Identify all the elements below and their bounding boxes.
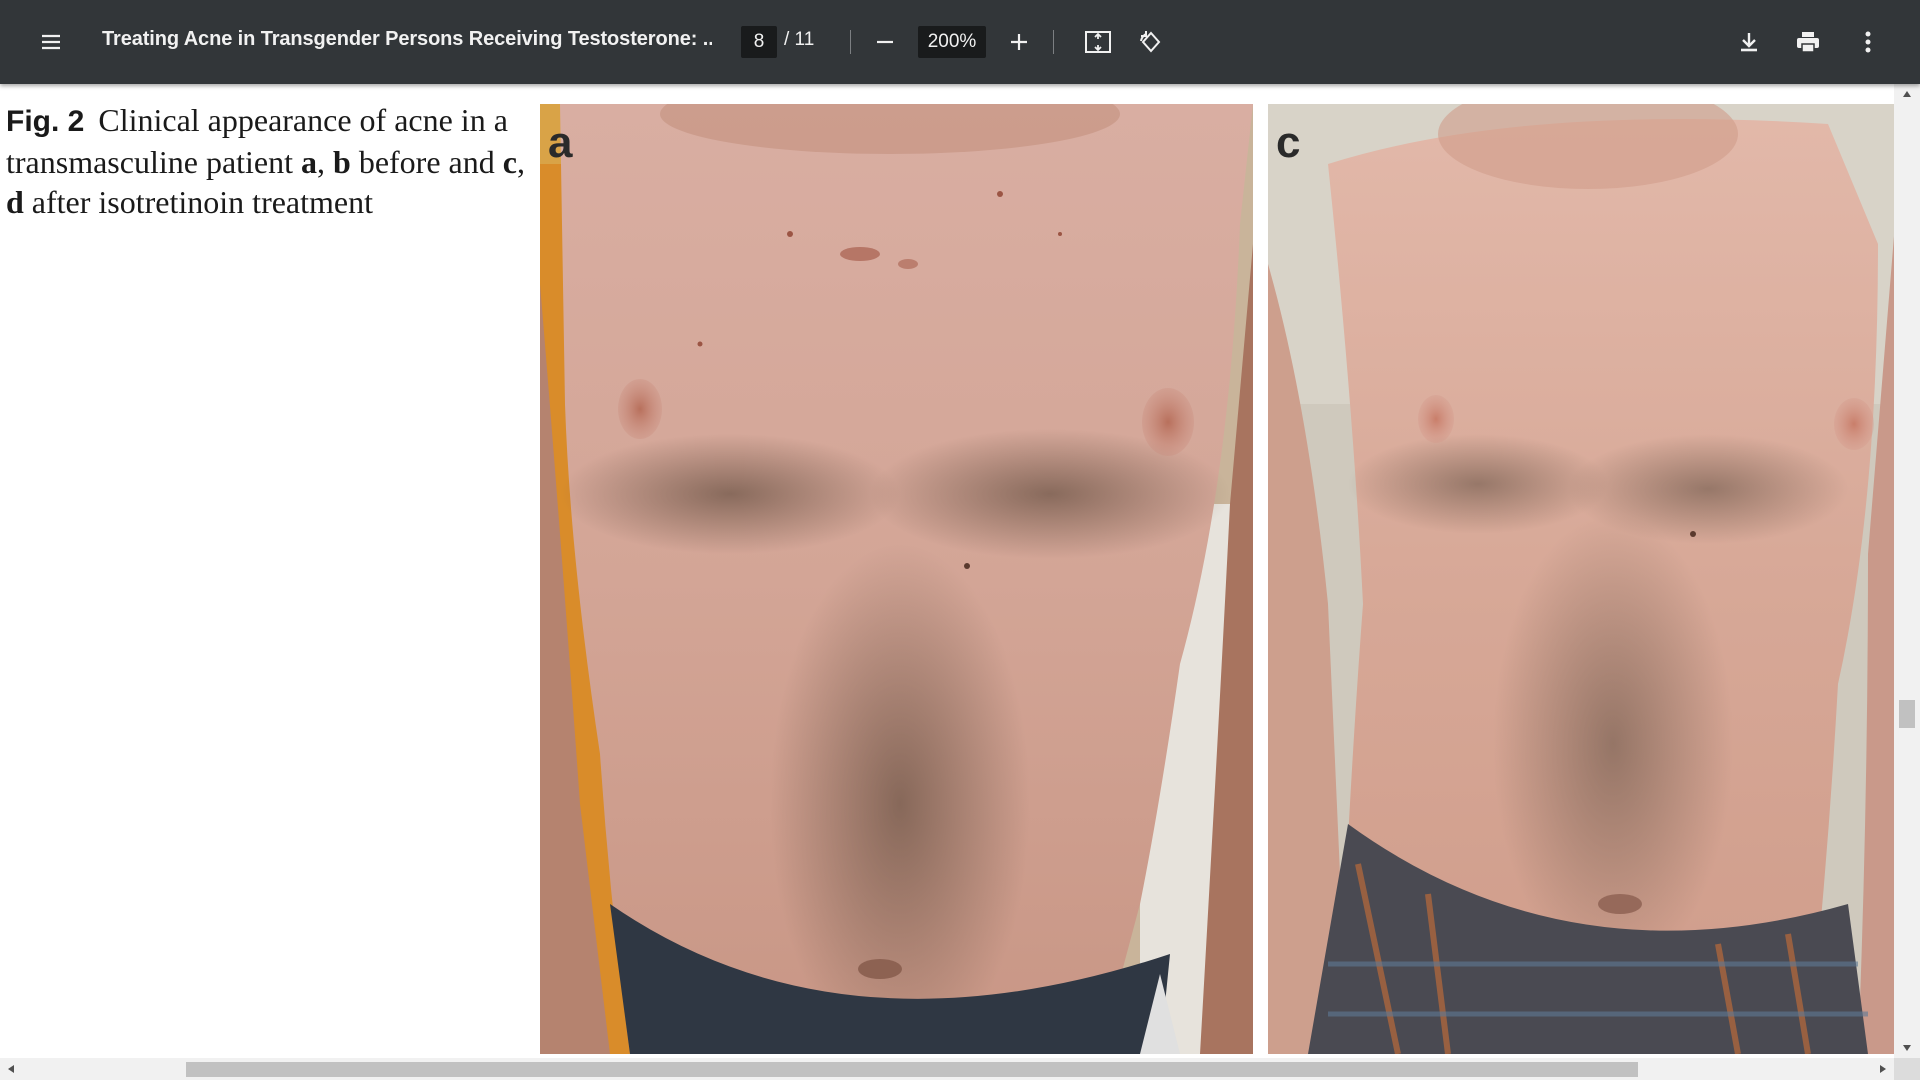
caption-panel-ref: a: [301, 144, 318, 180]
caption-text: ,: [317, 144, 334, 180]
hamburger-menu-icon[interactable]: [31, 22, 71, 62]
scroll-left-arrow-icon[interactable]: [0, 1058, 22, 1080]
figure-panel-a-photo: a: [540, 104, 1253, 1054]
vertical-scrollbar[interactable]: [1894, 84, 1920, 1058]
figure-label: Fig. 2: [6, 105, 85, 138]
more-vertical-icon: [1865, 31, 1871, 53]
fit-to-page-icon: [1085, 31, 1111, 53]
pdf-toolbar: Treating Acne in Transgender Persons Rec…: [0, 0, 1920, 84]
plus-icon: [1011, 34, 1027, 50]
panel-divider: [1253, 104, 1268, 1054]
caption-panel-ref: c: [502, 144, 517, 180]
print-icon: [1797, 32, 1819, 53]
print-button[interactable]: [1788, 22, 1828, 62]
zoom-in-button[interactable]: [999, 22, 1039, 62]
figure-panel-c-photo: c: [1268, 104, 1895, 1054]
scrollbar-corner: [1894, 1058, 1920, 1080]
horizontal-scrollbar-thumb[interactable]: [186, 1062, 1638, 1077]
download-button[interactable]: [1729, 22, 1769, 62]
zoom-input[interactable]: 200%: [918, 26, 986, 58]
caption-panel-ref: d: [6, 184, 24, 220]
scroll-up-arrow-icon[interactable]: [1894, 84, 1920, 104]
vertical-scrollbar-thumb[interactable]: [1899, 700, 1915, 728]
rotate-counterclockwise-icon: [1140, 31, 1161, 53]
minus-icon: [877, 40, 893, 44]
document-title: Treating Acne in Transgender Persons Rec…: [102, 28, 712, 50]
page-number-input[interactable]: 8: [741, 26, 777, 58]
rotate-button[interactable]: [1131, 22, 1171, 62]
page-total: / 11: [784, 29, 815, 50]
caption-text: after isotretinoin treatment: [23, 184, 373, 220]
caption-text: ,: [516, 144, 525, 180]
caption-panel-ref: b: [333, 144, 351, 180]
download-icon: [1741, 33, 1757, 52]
toolbar-divider: [1053, 30, 1054, 54]
more-options-button[interactable]: [1848, 22, 1888, 62]
figure-caption: Fig. 2 Clinical appearance of acne in a t…: [6, 100, 526, 222]
horizontal-scrollbar[interactable]: [0, 1058, 1894, 1080]
scroll-down-arrow-icon[interactable]: [1894, 1038, 1920, 1058]
scroll-right-arrow-icon[interactable]: [1872, 1058, 1894, 1080]
fit-to-page-button[interactable]: [1078, 22, 1118, 62]
panel-letter-c: c: [1276, 118, 1301, 167]
panel-letter-a: a: [548, 118, 573, 167]
caption-text: before and: [350, 144, 503, 180]
zoom-out-button[interactable]: [865, 22, 905, 62]
toolbar-divider: [850, 30, 851, 54]
